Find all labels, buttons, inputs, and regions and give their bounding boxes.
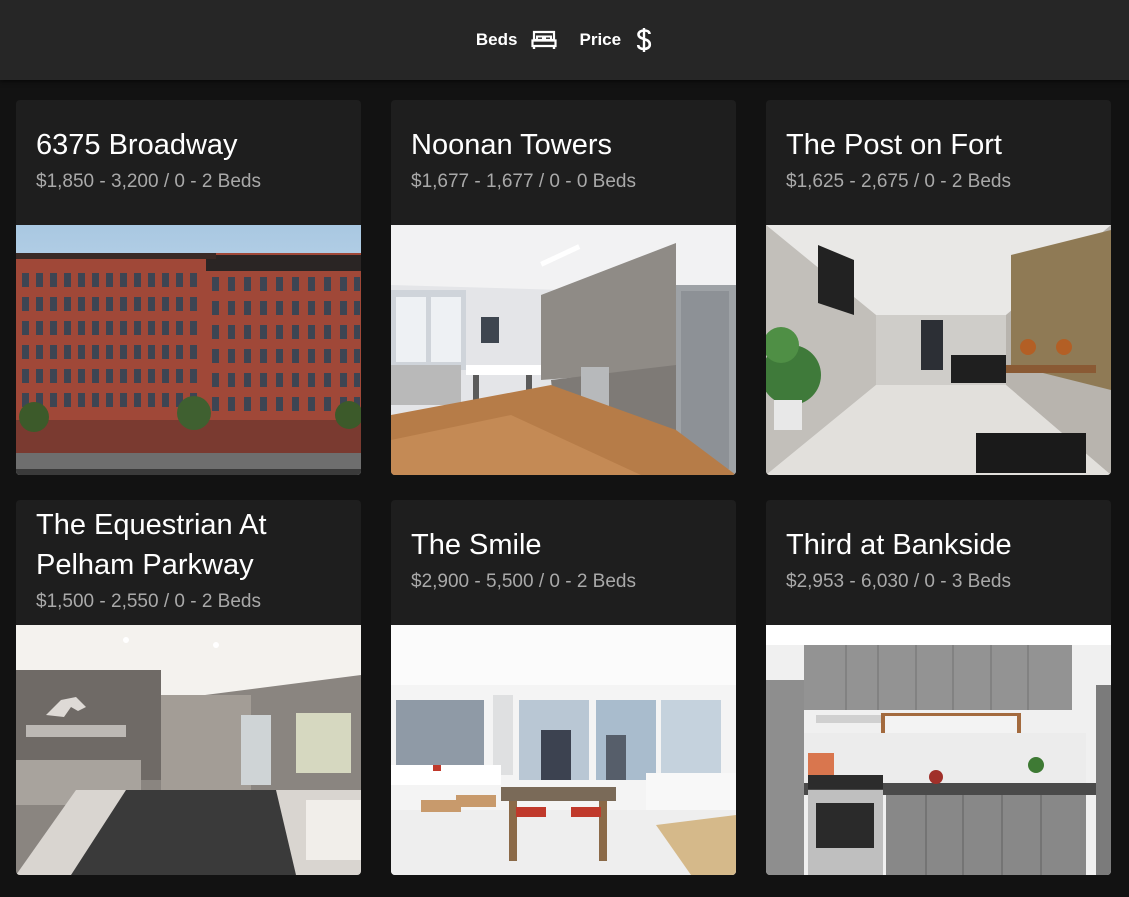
listing-name: The Smile bbox=[411, 529, 542, 561]
listing-card[interactable]: 6375 Broadway $1,850 - 3,200 / 0 - 2 Bed… bbox=[16, 100, 361, 475]
listing-photo bbox=[391, 225, 736, 475]
listing-name: Noonan Towers bbox=[411, 129, 612, 161]
listing-price-beds: $2,900 - 5,500 / 0 - 2 Beds bbox=[411, 571, 636, 592]
listing-card-header: The Equestrian At Pelham Parkway $1,500 … bbox=[16, 500, 361, 625]
listing-price-beds: $2,953 - 6,030 / 0 - 3 Beds bbox=[786, 571, 1011, 592]
listing-card[interactable]: The Post on Fort $1,625 - 2,675 / 0 - 2 … bbox=[766, 100, 1111, 475]
listing-price-beds: $1,500 - 2,550 / 0 - 2 Beds bbox=[36, 591, 261, 612]
listing-card[interactable]: Third at Bankside $2,953 - 6,030 / 0 - 3… bbox=[766, 500, 1111, 875]
listing-card-header: The Smile $2,900 - 5,500 / 0 - 2 Beds bbox=[391, 500, 736, 625]
listing-name: Third at Bankside bbox=[786, 529, 1012, 561]
listing-price-beds: $1,850 - 3,200 / 0 - 2 Beds bbox=[36, 171, 261, 192]
listing-photo bbox=[16, 225, 361, 475]
dollar-icon bbox=[635, 27, 653, 53]
listing-price-beds: $1,677 - 1,677 / 0 - 0 Beds bbox=[411, 171, 636, 192]
beds-filter-label: Beds bbox=[475, 30, 518, 49]
price-filter-label: Price bbox=[579, 30, 622, 49]
listing-name: The Equestrian At Pelham Parkway bbox=[36, 509, 267, 581]
top-filter-bar: Beds Price bbox=[0, 0, 1129, 80]
bed-icon bbox=[531, 30, 558, 50]
listing-card-header: Noonan Towers $1,677 - 1,677 / 0 - 0 Bed… bbox=[391, 100, 736, 225]
listing-card[interactable]: The Smile $2,900 - 5,500 / 0 - 2 Beds bbox=[391, 500, 736, 875]
listing-card[interactable]: Noonan Towers $1,677 - 1,677 / 0 - 0 Bed… bbox=[391, 100, 736, 475]
listing-name: 6375 Broadway bbox=[36, 129, 238, 161]
listing-name: The Post on Fort bbox=[786, 129, 1002, 161]
beds-filter-button[interactable]: Beds bbox=[476, 20, 558, 60]
listing-photo bbox=[766, 225, 1111, 475]
listing-card[interactable]: The Equestrian At Pelham Parkway $1,500 … bbox=[16, 500, 361, 875]
listing-card-header: Third at Bankside $2,953 - 6,030 / 0 - 3… bbox=[766, 500, 1111, 625]
listing-card-header: The Post on Fort $1,625 - 2,675 / 0 - 2 … bbox=[766, 100, 1111, 225]
listing-price-beds: $1,625 - 2,675 / 0 - 2 Beds bbox=[786, 171, 1011, 192]
listing-photo bbox=[766, 625, 1111, 875]
listing-photo bbox=[391, 625, 736, 875]
price-filter-button[interactable]: Price bbox=[579, 20, 653, 60]
listing-photo bbox=[16, 625, 361, 875]
listing-card-header: 6375 Broadway $1,850 - 3,200 / 0 - 2 Bed… bbox=[16, 100, 361, 225]
